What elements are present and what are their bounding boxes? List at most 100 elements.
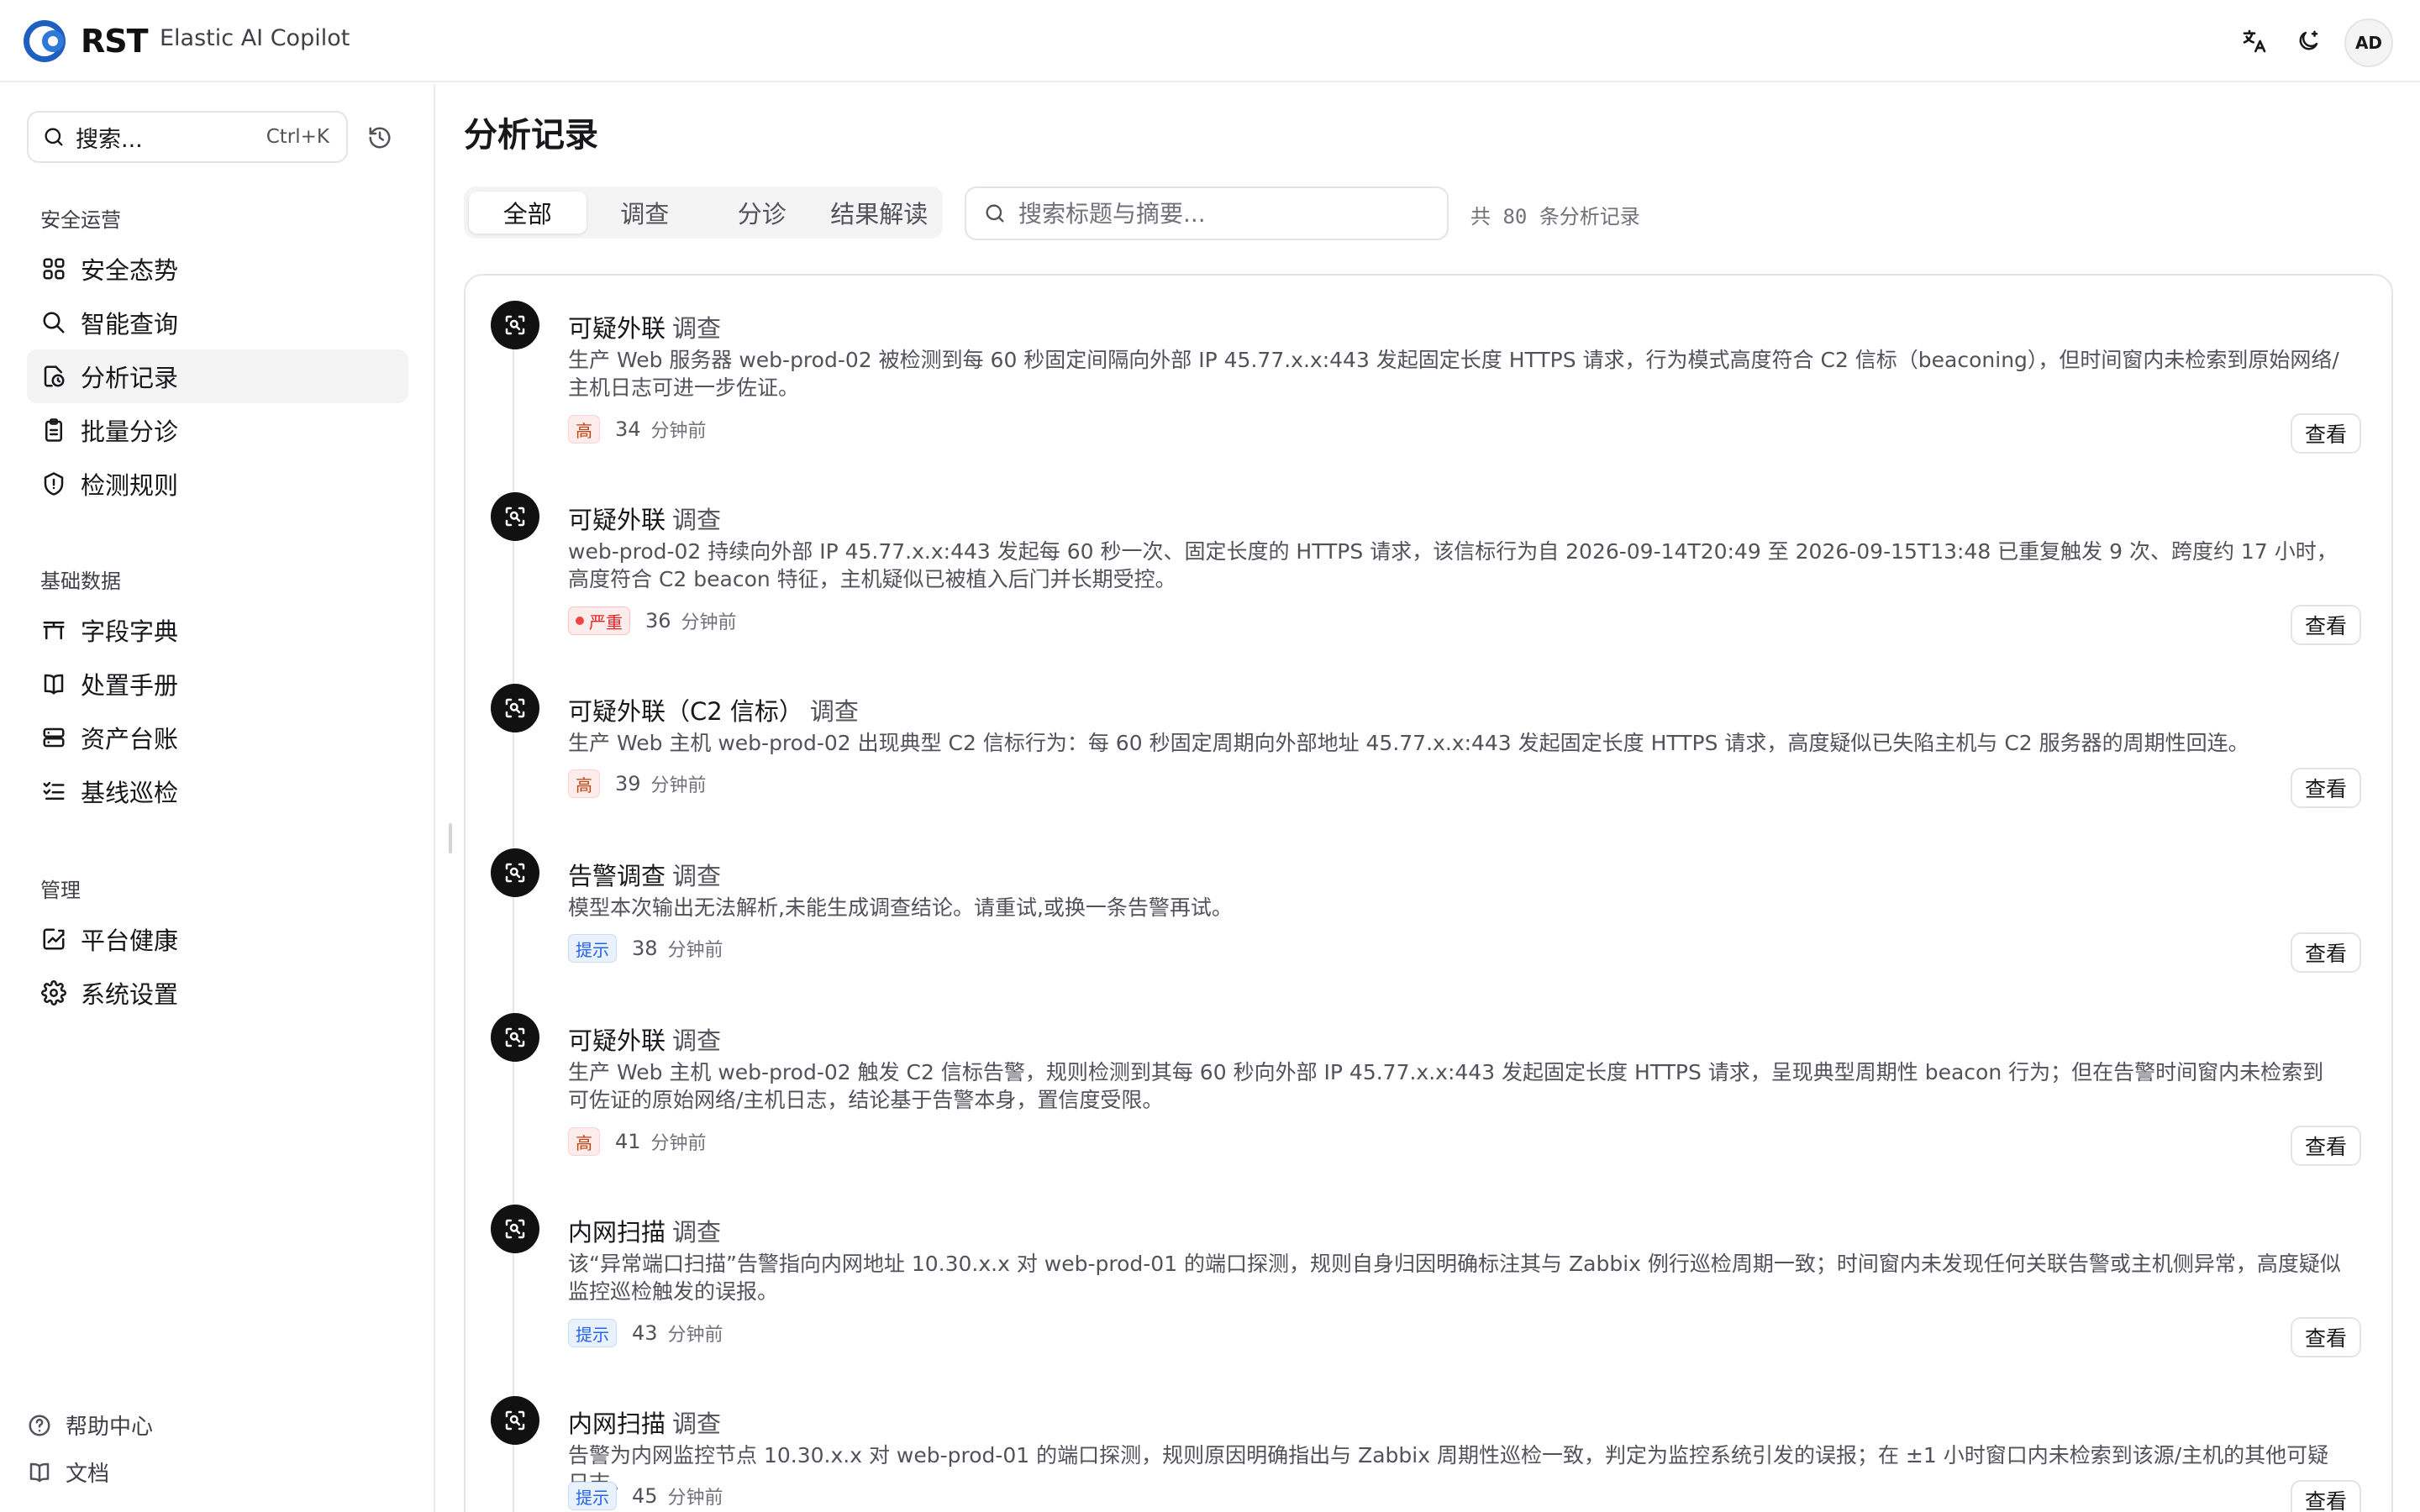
sidebar-item-batch-triage[interactable]: 批量分诊 <box>27 403 408 457</box>
record-minutes: 36 <box>645 609 671 633</box>
section-label-base-data: 基础数据 <box>40 570 121 593</box>
book-icon <box>40 670 67 697</box>
tab-all[interactable]: 全部 <box>469 192 587 234</box>
investigation-icon <box>491 1205 539 1253</box>
sidebar-item-platform-health[interactable]: 平台健康 <box>27 912 408 966</box>
sidebar-search-input[interactable]: 搜索... Ctrl+K <box>27 111 348 163</box>
record-ago: 分钟前 <box>650 421 707 442</box>
health-chart-icon <box>40 926 67 953</box>
record-ago: 分钟前 <box>650 1133 707 1154</box>
sidebar-item-label: 基线巡检 <box>81 779 179 807</box>
sidebar-item-system-settings[interactable]: 系统设置 <box>27 966 408 1020</box>
help-center-link[interactable]: 帮助中心 <box>27 1410 153 1441</box>
record-meta: 高 39 分钟前 <box>568 769 707 798</box>
sidebar-resize-handle[interactable] <box>449 823 452 853</box>
severity-badge: 高 <box>568 769 600 798</box>
sidebar-item-asset-ledger[interactable]: 资产台账 <box>27 711 408 764</box>
investigation-icon <box>491 1013 539 1062</box>
docs-link[interactable]: 文档 <box>27 1457 109 1488</box>
record-minutes: 45 <box>632 1484 658 1508</box>
record-minutes: 39 <box>615 772 641 795</box>
sidebar-item-label: 平台健康 <box>81 927 179 955</box>
sidebar-item-security-posture[interactable]: 安全态势 <box>27 242 408 296</box>
page-title: 分析记录 <box>464 116 598 155</box>
search-icon <box>40 309 67 336</box>
tab-triage[interactable]: 分诊 <box>703 192 821 234</box>
recent-history-button[interactable] <box>363 121 397 155</box>
record-ago: 分钟前 <box>681 612 737 633</box>
record-minutes: 38 <box>632 937 658 960</box>
severity-badge: 高 <box>568 415 600 444</box>
view-button[interactable]: 查看 <box>2291 1480 2361 1512</box>
record-ago: 分钟前 <box>667 1488 723 1509</box>
sidebar-item-playbook[interactable]: 处置手册 <box>27 657 408 711</box>
sidebar-item-label: 安全态势 <box>81 256 179 285</box>
tab-result-interpretation[interactable]: 结果解读 <box>821 192 939 234</box>
book-open-icon <box>29 1462 50 1482</box>
record-summary: 模型本次输出无法解析,未能生成调查结论。请重试,或换一条告警再试。 <box>568 895 1233 920</box>
severity-badge: 高 <box>568 1127 600 1156</box>
tab-investigation[interactable]: 调查 <box>587 192 704 234</box>
record-summary: 生产 Web 主机 web-prod-02 出现典型 C2 信标行为：每 60 … <box>568 731 2249 755</box>
sidebar-item-label: 处置手册 <box>81 671 179 700</box>
section-label-management: 管理 <box>40 879 81 902</box>
severity-badge: 提示 <box>568 1319 617 1347</box>
view-button[interactable]: 查看 <box>2291 768 2361 808</box>
sidebar-item-label: 资产台账 <box>81 725 179 753</box>
record-minutes: 34 <box>615 417 641 441</box>
logo-mark-icon <box>24 18 76 64</box>
record-search-input[interactable] <box>1018 199 1405 228</box>
sidebar-item-analysis-records[interactable]: 分析记录 <box>27 349 408 403</box>
history-icon <box>369 127 391 149</box>
record-title[interactable]: 可疑外联 调查 <box>568 309 721 344</box>
moon-icon <box>2299 30 2318 50</box>
view-button[interactable]: 查看 <box>2291 1317 2361 1357</box>
count-value: 80 <box>1502 205 1528 228</box>
view-button[interactable]: 查看 <box>2291 932 2361 973</box>
record-ago: 分钟前 <box>667 1325 723 1346</box>
avatar[interactable]: AD <box>2344 18 2393 67</box>
brand-logo[interactable]: RST <box>24 18 149 64</box>
docs-label: 文档 <box>66 1462 110 1487</box>
app-name: Elastic AI Copilot <box>160 25 350 51</box>
sidebar: 搜索... Ctrl+K 安全运营 安全态势 智能查询 分析记录 批量分诊 检测… <box>0 84 435 1512</box>
theme-toggle-button[interactable] <box>2286 18 2331 64</box>
record-summary: web-prod-02 持续向外部 IP 45.77.x.x:443 发起每 6… <box>568 539 2338 591</box>
sidebar-item-field-dictionary[interactable]: 字段字典 <box>27 603 408 657</box>
list-check-icon <box>40 778 67 805</box>
record-title[interactable]: 内网扫描 调查 <box>568 1404 721 1440</box>
top-header: RST Elastic AI Copilot AD <box>0 0 2420 82</box>
record-meta: 严重 36 分钟前 <box>568 606 737 635</box>
gear-icon <box>40 979 67 1006</box>
record-type: 调查 <box>672 1410 722 1438</box>
sidebar-item-baseline-inspection[interactable]: 基线巡检 <box>27 764 408 818</box>
record-type: 调查 <box>672 862 722 890</box>
record-summary: 生产 Web 服务器 web-prod-02 被检测到每 60 秒固定间隔向外部… <box>568 348 2339 400</box>
sidebar-item-smart-query[interactable]: 智能查询 <box>27 296 408 349</box>
severity-badge: 提示 <box>568 934 617 963</box>
record-title[interactable]: 可疑外联（C2 信标） 调查 <box>568 692 859 727</box>
record-title[interactable]: 可疑外联 调查 <box>568 501 721 536</box>
record-meta: 高 41 分钟前 <box>568 1127 707 1156</box>
record-title[interactable]: 告警调查 调查 <box>568 857 721 892</box>
record-minutes: 43 <box>632 1321 658 1345</box>
investigation-icon <box>491 848 539 897</box>
sidebar-item-label: 字段字典 <box>81 617 179 646</box>
record-summary: 该“异常端口扫描”告警指向内网地址 10.30.x.x 对 web-prod-0… <box>568 1252 2341 1304</box>
view-button[interactable]: 查看 <box>2291 605 2361 645</box>
language-button[interactable] <box>2232 18 2277 64</box>
record-search-box <box>965 186 1449 240</box>
record-type: 调查 <box>672 1026 722 1055</box>
investigation-icon <box>491 1396 539 1445</box>
logo-text: RST <box>81 23 149 60</box>
investigation-icon <box>491 684 539 732</box>
table-icon <box>40 617 67 643</box>
history-file-icon <box>40 363 67 390</box>
grid-icon <box>40 255 67 282</box>
record-type: 调查 <box>672 314 722 343</box>
view-button[interactable]: 查看 <box>2291 1126 2361 1166</box>
record-title[interactable]: 内网扫描 调查 <box>568 1213 721 1248</box>
sidebar-item-detection-rules[interactable]: 检测规则 <box>27 457 408 511</box>
record-title[interactable]: 可疑外联 调查 <box>568 1021 721 1057</box>
view-button[interactable]: 查看 <box>2291 413 2361 454</box>
